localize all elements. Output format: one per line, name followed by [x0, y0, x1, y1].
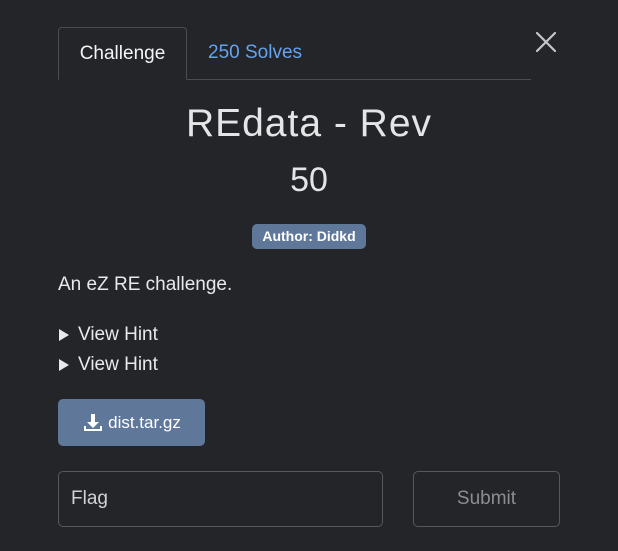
challenge-points: 50: [290, 161, 328, 199]
challenge-modal: Challenge 250 Solves REdata - Rev 50 Aut…: [0, 0, 618, 551]
submit-button[interactable]: Submit: [413, 471, 560, 527]
caret-right-icon: [59, 359, 69, 371]
file-name: dist.tar.gz: [108, 412, 181, 432]
hint-label: View Hint: [78, 354, 158, 375]
author-badge: Author: Didkd: [252, 224, 366, 249]
close-icon: [535, 31, 557, 53]
file-download-button[interactable]: dist.tar.gz: [58, 399, 205, 446]
download-icon: [84, 413, 103, 431]
tab-solves[interactable]: 250 Solves: [187, 27, 323, 78]
tab-bar: Challenge 250 Solves: [58, 27, 531, 80]
flag-input[interactable]: [58, 471, 383, 527]
challenge-description: An eZ RE challenge.: [58, 274, 233, 295]
caret-right-icon: [59, 329, 69, 341]
tab-challenge[interactable]: Challenge: [58, 27, 187, 80]
close-button[interactable]: [531, 27, 561, 57]
challenge-title: REdata - Rev: [185, 102, 433, 145]
hint-toggle[interactable]: View Hint: [58, 352, 158, 378]
hint-label: View Hint: [78, 324, 158, 345]
hint-toggle[interactable]: View Hint: [58, 322, 158, 348]
